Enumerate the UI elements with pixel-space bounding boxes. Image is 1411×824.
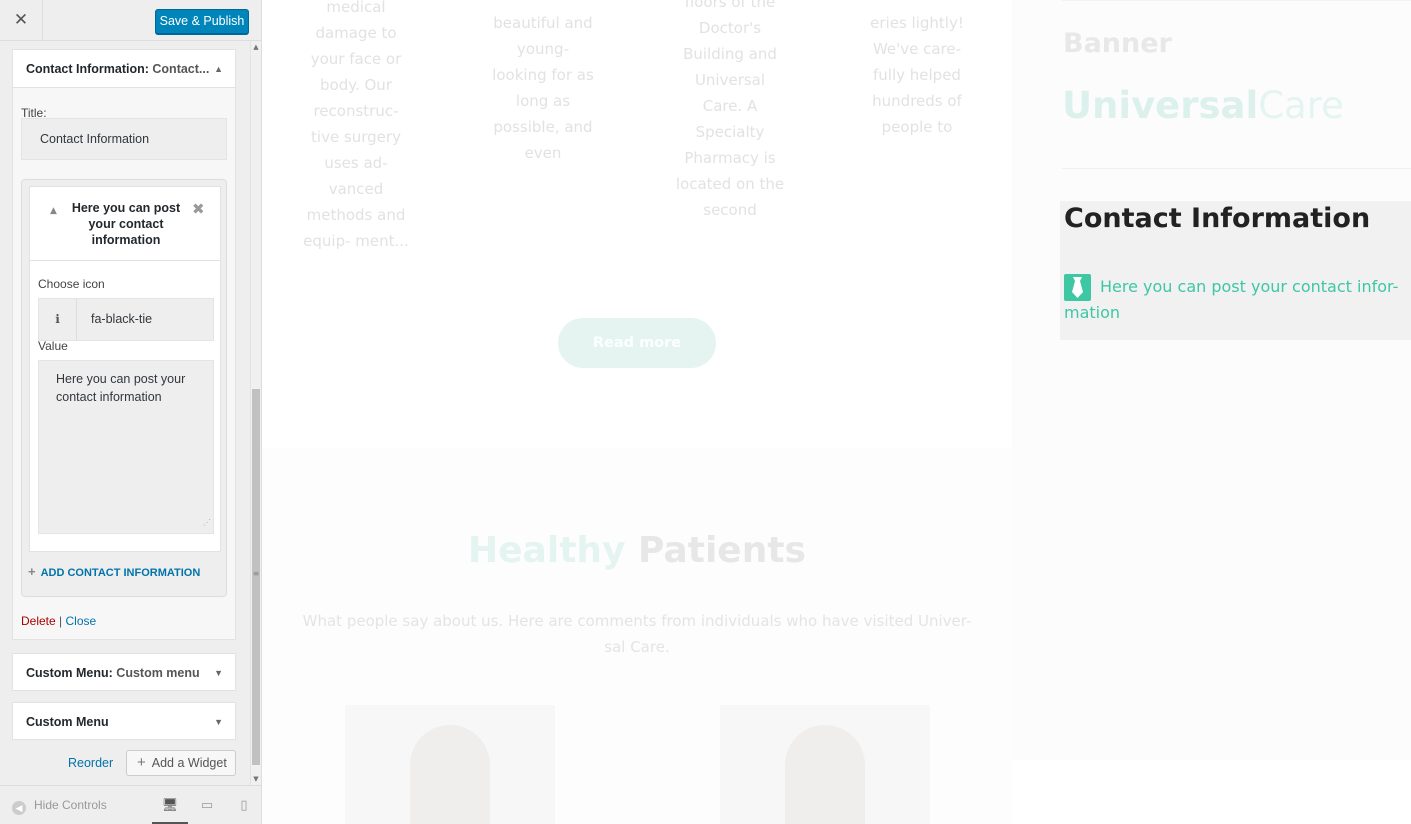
section-title: Healthy Patients xyxy=(262,526,1012,576)
banner-logo: UniversalCare xyxy=(1062,84,1344,127)
section-title-rest: Patients xyxy=(625,530,806,571)
separator: | xyxy=(55,614,66,628)
add-contact-label: ADD CONTACT INFORMATION xyxy=(40,567,201,579)
add-contact-information-button[interactable]: + ADD CONTACT INFORMATION xyxy=(28,564,200,579)
scroll-up-icon[interactable]: ▲ xyxy=(251,43,261,51)
expand-arrow-icon[interactable]: ▼ xyxy=(214,703,223,741)
widget-title: Custom Menu: xyxy=(26,666,113,680)
avatar xyxy=(410,725,490,824)
logo-part-1: Universal xyxy=(1062,84,1259,127)
icon-picker-value: fa-black-tie xyxy=(91,312,153,326)
testimonial-photo xyxy=(345,705,555,824)
service-text: medical damage to your face or body. Our… xyxy=(303,0,409,250)
scroll-grip-icon: ≡ xyxy=(252,569,260,578)
widget-header[interactable]: Contact Information: Contact... ▲ xyxy=(13,50,235,88)
read-more-button[interactable]: Read more xyxy=(558,318,716,368)
divider xyxy=(1062,168,1411,169)
service-text: beautiful and young- looking for as long… xyxy=(492,14,594,162)
panel-scrollbar[interactable]: ▲ ≡ ▼ xyxy=(250,41,261,785)
close-link[interactable]: Close xyxy=(65,614,96,628)
mobile-preview-icon[interactable]: ▯ xyxy=(226,786,262,824)
contact-repeater: ▲ Here you can post your contact informa… xyxy=(21,179,227,597)
value-text: Here you can post your contact informati… xyxy=(56,372,186,404)
widget-subtitle: Custom menu xyxy=(112,666,200,680)
close-icon[interactable]: ✕ xyxy=(0,0,43,41)
value-textarea[interactable]: Here you can post your contact informati… xyxy=(38,360,214,534)
collapse-left-icon: ◀ xyxy=(12,801,26,815)
hide-controls-label: Hide Controls xyxy=(34,798,107,812)
widget-custom-menu-2[interactable]: Custom Menu ▼ xyxy=(12,702,236,740)
customizer-footer: ◀ Hide Controls 🖥 ▭ ▯ xyxy=(0,785,261,824)
avatar xyxy=(785,725,865,824)
widgets-section: Contact Information: Contact... ▲ Title:… xyxy=(0,41,250,785)
collapse-arrow-icon[interactable]: ▲ xyxy=(214,50,223,87)
tablet-preview-icon[interactable]: ▭ xyxy=(189,786,225,824)
faded-main-content: medical damage to your face or body. Our… xyxy=(262,0,1012,824)
widget-custom-menu[interactable]: Custom Menu: Custom menu ▼ xyxy=(12,653,236,691)
section-subtitle: What people say about us. Here are comme… xyxy=(302,612,972,656)
widget-subtitle: Contact... xyxy=(148,62,210,76)
contact-widget-title: Contact Information xyxy=(1064,203,1371,234)
plus-icon: + xyxy=(137,754,146,771)
site-preview: medical damage to your face or body. Our… xyxy=(262,0,1411,824)
info-icon[interactable]: ℹ xyxy=(39,299,77,340)
service-text: eries lightly! We've care- fully helped … xyxy=(870,14,964,136)
section-title-accent: Healthy xyxy=(468,530,626,571)
save-publish-button[interactable]: Save & Publish xyxy=(155,9,249,34)
contact-item: ▲ Here you can post your contact informa… xyxy=(29,186,221,552)
widget-header[interactable]: Custom Menu ▼ xyxy=(13,703,235,741)
service-text: floors of the Doctor's Building and Univ… xyxy=(675,0,785,219)
collapse-up-icon[interactable]: ▲ xyxy=(50,206,57,216)
resize-handle-icon[interactable]: ⋰ xyxy=(203,514,211,532)
plus-icon: + xyxy=(28,564,36,579)
expand-arrow-icon[interactable]: ▼ xyxy=(214,654,223,692)
logo-part-2: Care xyxy=(1258,84,1344,127)
widget-header[interactable]: Custom Menu: Custom menu ▼ xyxy=(13,654,235,692)
contact-info-text[interactable]: Here you can post your contact infor- ma… xyxy=(1064,274,1404,326)
remove-item-icon[interactable]: ✖ xyxy=(192,200,205,218)
icon-picker[interactable]: ℹ fa-black-tie xyxy=(38,298,214,341)
desktop-preview-icon[interactable]: 🖥 xyxy=(152,786,188,824)
testimonial-photo xyxy=(720,705,930,824)
widget-actions: Delete | Close xyxy=(21,614,96,628)
banner-widget-title: Banner xyxy=(1063,28,1172,59)
choose-icon-label: Choose icon xyxy=(38,277,105,291)
delete-link[interactable]: Delete xyxy=(21,614,56,628)
widget-title: Contact Information: xyxy=(26,62,149,76)
reorder-link[interactable]: Reorder xyxy=(68,756,113,770)
contact-item-title: Here you can post your contact informati… xyxy=(71,201,181,247)
add-widget-label: Add a Widget xyxy=(151,756,227,770)
widget-contact-information: Contact Information: Contact... ▲ Title:… xyxy=(12,49,236,640)
scroll-down-icon[interactable]: ▼ xyxy=(251,775,261,783)
contact-item-header[interactable]: ▲ Here you can post your contact informa… xyxy=(30,187,220,261)
divider xyxy=(1062,0,1411,1)
customizer-panel: ✕ Save & Publish Contact Information: Co… xyxy=(0,0,262,824)
value-label: Value xyxy=(38,339,68,353)
contact-information-widget: Contact Information Here you can post yo… xyxy=(1060,201,1411,340)
widget-title: Custom Menu xyxy=(26,715,109,729)
hide-controls-button[interactable]: ◀ Hide Controls xyxy=(12,786,107,824)
title-input[interactable]: Contact Information xyxy=(21,118,227,160)
customizer-header: ✕ Save & Publish xyxy=(0,0,261,41)
add-widget-button[interactable]: + Add a Widget xyxy=(126,750,236,776)
